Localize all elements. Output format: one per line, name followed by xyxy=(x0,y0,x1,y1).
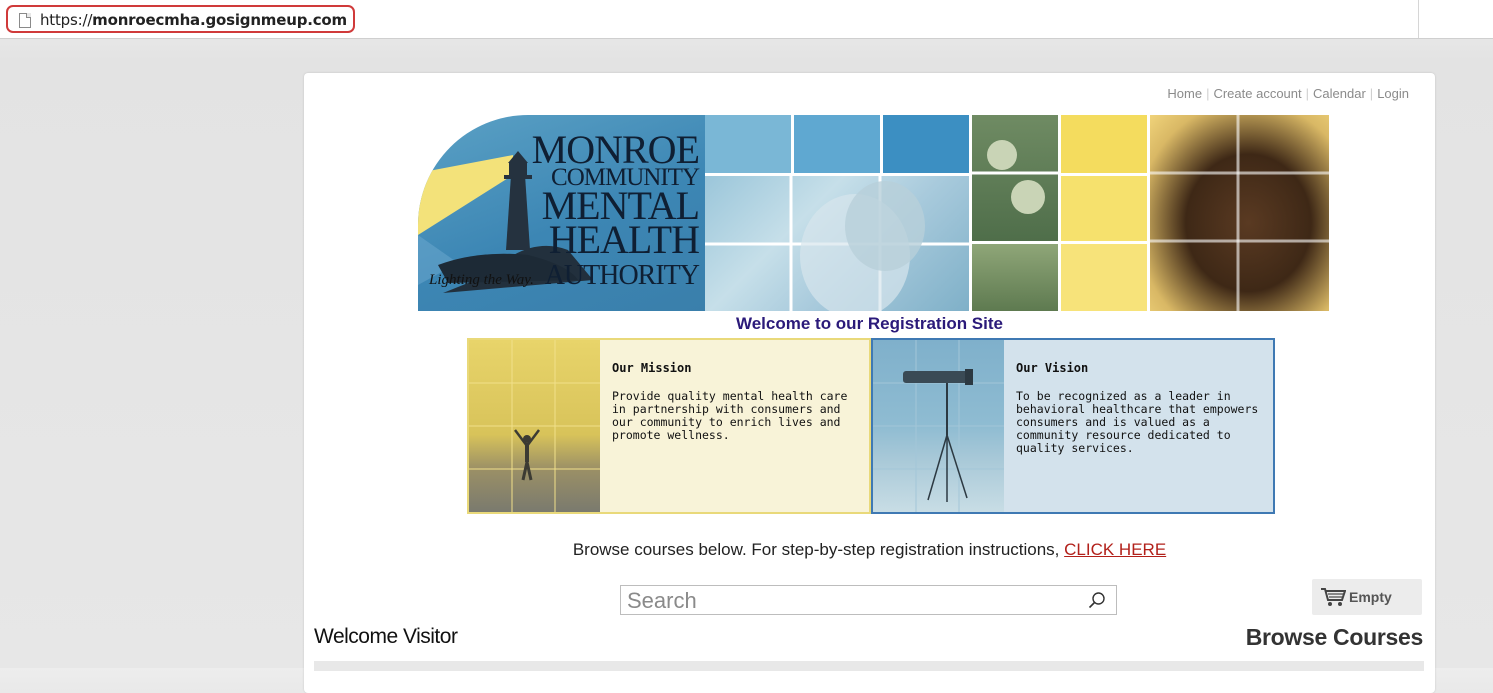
logo-line: HEALTH xyxy=(548,217,700,263)
header-banner: MONROE COMMUNITY MENTAL HEALTH AUTHORITY… xyxy=(418,115,1329,318)
toolbar-divider xyxy=(1418,0,1419,38)
children-photo xyxy=(972,115,1058,241)
search-input[interactable] xyxy=(625,588,1079,614)
person-raising-arms-icon xyxy=(469,340,600,512)
top-nav: Home | Create account | Calendar | Login xyxy=(1167,86,1409,101)
collage-tile xyxy=(1061,176,1147,241)
logo-line: MONROE xyxy=(531,127,700,172)
nav-create-account-link[interactable]: Create account xyxy=(1213,86,1301,101)
man-photo-illustration xyxy=(1150,115,1329,311)
cart-status: Empty xyxy=(1349,589,1392,605)
logo-wordmark: MONROE COMMUNITY MENTAL HEALTH xyxy=(531,127,700,263)
photo-collage xyxy=(705,115,1329,318)
mission-text: Provide quality mental health care in pa… xyxy=(612,389,848,442)
logo: MONROE COMMUNITY MENTAL HEALTH AUTHORITY… xyxy=(418,115,705,311)
family-photo xyxy=(972,244,1058,311)
nav-separator: | xyxy=(1305,86,1310,101)
search-icon[interactable] xyxy=(1088,591,1106,609)
url-highlight[interactable]: https://monroecmha.gosignmeup.com xyxy=(6,5,355,33)
shopping-cart-icon xyxy=(1321,588,1346,606)
collage-tile xyxy=(1061,244,1147,311)
logo-tagline: Lighting the Way. xyxy=(429,272,534,288)
nav-calendar-link[interactable]: Calendar xyxy=(1313,86,1366,101)
collage-tile xyxy=(705,115,791,173)
mission-title: Our Mission xyxy=(612,361,692,375)
page-icon xyxy=(19,13,31,28)
page-panel: Home | Create account | Calendar | Login MONRO… xyxy=(304,73,1435,693)
logo-line: AUTHORITY xyxy=(544,260,700,291)
man-photo xyxy=(1150,115,1329,311)
collage-tile xyxy=(1061,115,1147,173)
vision-title: Our Vision xyxy=(1016,361,1089,375)
browse-instructions: Browse courses below. For step-by-step r… xyxy=(304,540,1435,560)
vision-image xyxy=(873,340,1004,512)
vision-text: To be recognized as a leader in behavior… xyxy=(1016,389,1259,455)
collage-tile xyxy=(883,115,969,173)
nav-home-link[interactable]: Home xyxy=(1167,86,1202,101)
woman-photo xyxy=(705,176,969,318)
welcome-visitor-text: Welcome Visitor xyxy=(314,625,458,648)
address-bar: https://monroecmha.gosignmeup.com xyxy=(0,0,1493,39)
mission-image xyxy=(469,340,600,512)
nav-login-link[interactable]: Login xyxy=(1377,86,1409,101)
nav-separator: | xyxy=(1206,86,1210,101)
click-here-link[interactable]: CLICK HERE xyxy=(1064,540,1166,559)
content-divider xyxy=(314,661,1424,671)
browse-instructions-text: Browse courses below. For step-by-step r… xyxy=(572,540,1065,559)
welcome-heading: Welcome to our Registration Site xyxy=(735,314,1003,333)
url-text[interactable]: https://monroecmha.gosignmeup.com xyxy=(40,11,347,29)
nav-separator: | xyxy=(1369,86,1374,101)
collage-tile xyxy=(794,115,880,173)
mission-panel: Our Mission Provide quality mental healt… xyxy=(467,338,871,514)
telescope-icon xyxy=(873,340,1004,512)
search-box xyxy=(620,585,1117,615)
vision-panel: Our Vision To be recognized as a leader … xyxy=(871,338,1275,514)
children-photo-illustration xyxy=(972,140,1058,214)
woman-photo-illustration xyxy=(705,176,969,318)
cart-button[interactable]: Empty xyxy=(1312,579,1422,615)
browse-courses-heading: Browse Courses xyxy=(1245,624,1424,650)
